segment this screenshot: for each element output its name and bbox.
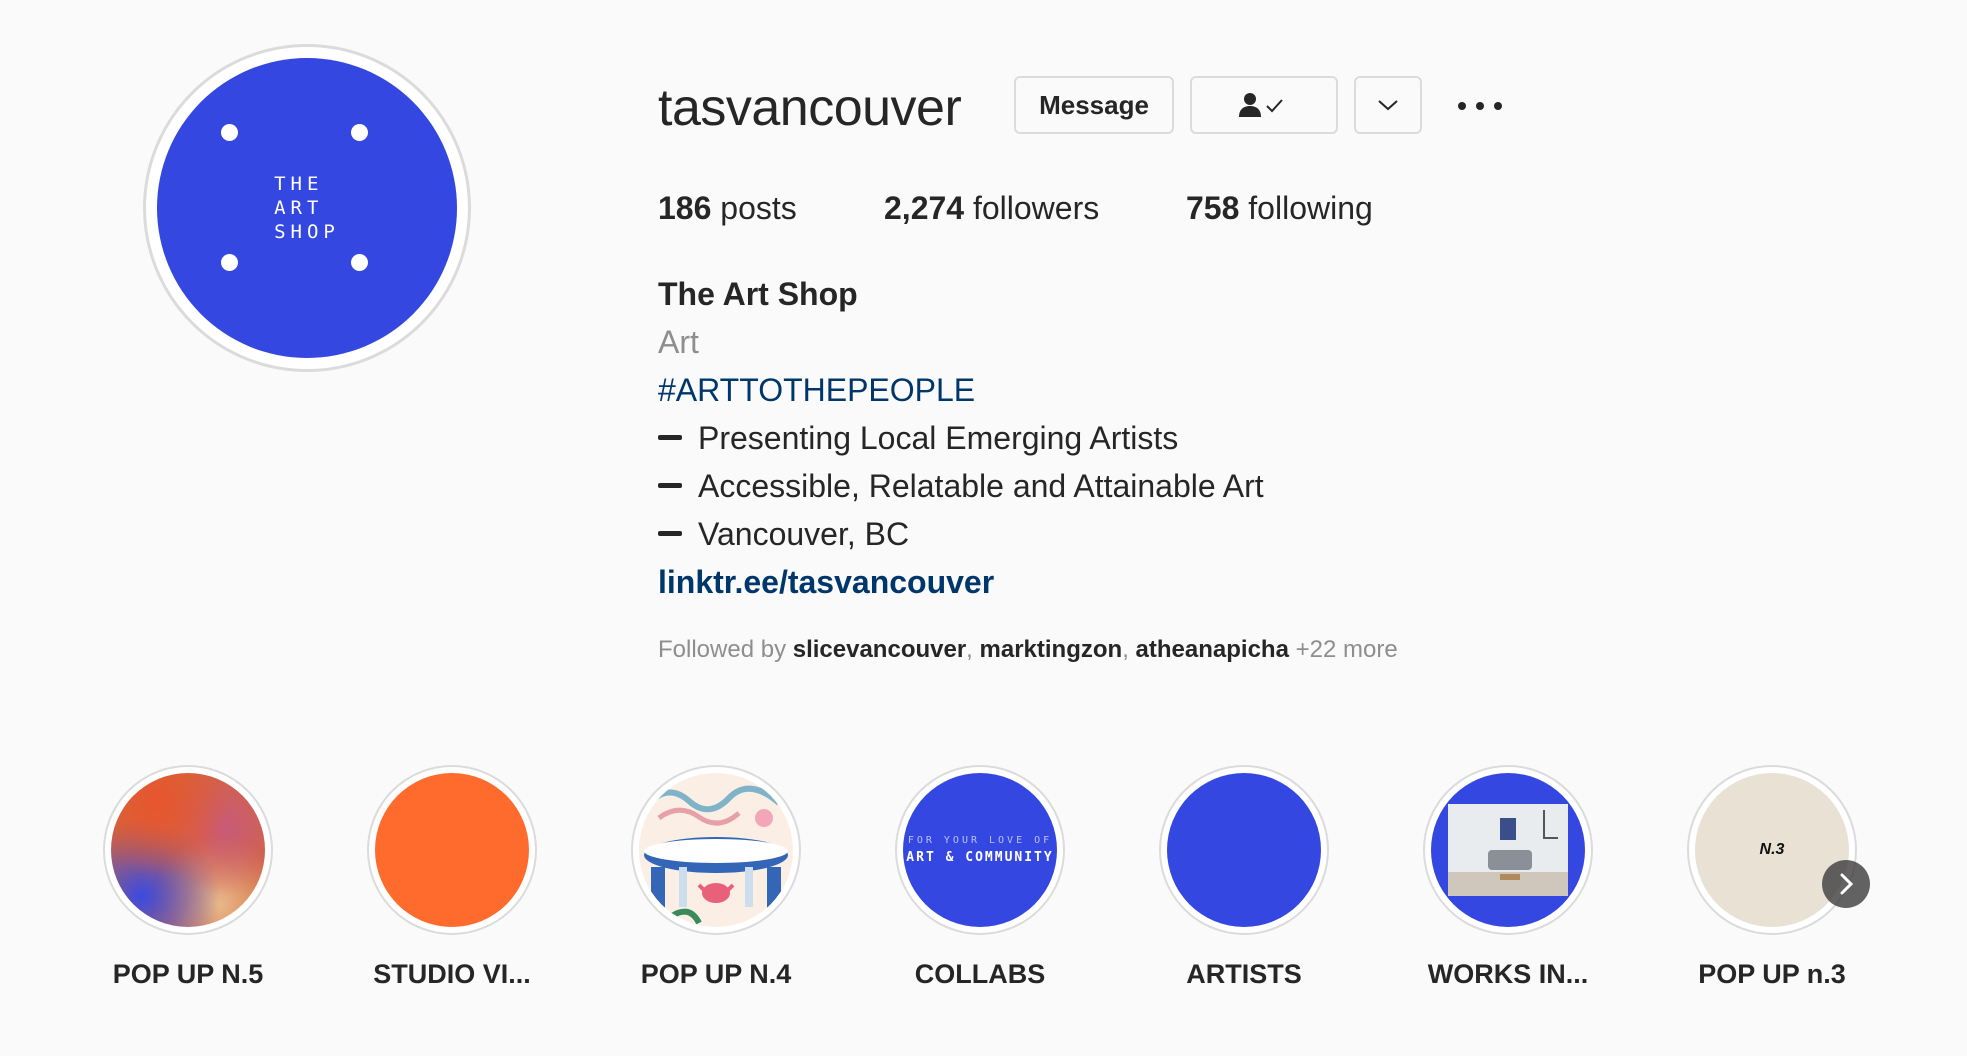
highlight-label: COLLABS — [914, 959, 1046, 989]
highlight-cover — [1431, 773, 1585, 927]
posts-number: 186 — [658, 190, 712, 226]
highlight-cover: N.3 — [1695, 773, 1849, 927]
highlight-label: POP UP N.4 — [640, 959, 792, 989]
highlight-label: POP UP n.3 — [1698, 959, 1846, 989]
highlight-ring: FOR YOUR LOVE OF ART & COMMUNITY — [895, 765, 1065, 935]
logo-line: ART — [274, 197, 324, 219]
bio-hashtag-link[interactable]: #ARTTOTHEPEOPLE — [658, 370, 975, 410]
dot — [1458, 102, 1466, 110]
followers-link[interactable]: 2,274 followers — [884, 190, 1099, 227]
bio-line: Accessible, Relatable and Attainable Art — [658, 466, 1264, 506]
bio-line-text: Vancouver, BC — [698, 516, 910, 552]
highlight-cover — [639, 773, 793, 927]
highlight-ring — [103, 765, 273, 935]
dot — [1494, 102, 1502, 110]
message-button[interactable]: Message — [1014, 76, 1174, 134]
following-button[interactable] — [1190, 76, 1338, 134]
highlight-caption: N.3 — [1759, 841, 1785, 858]
highlight-item[interactable]: WORKS IN... — [1408, 765, 1608, 990]
next-highlights-button[interactable] — [1822, 860, 1870, 908]
followers-label: followers — [972, 190, 1100, 226]
dot — [1476, 102, 1484, 110]
followed-by-more[interactable]: +22 more — [1296, 636, 1398, 663]
highlight-cover — [1167, 773, 1321, 927]
logo-dot — [221, 254, 238, 271]
following-number: 758 — [1186, 190, 1240, 226]
profile-username: tasvancouver — [658, 79, 962, 137]
highlight-ring — [1423, 765, 1593, 935]
dash-icon — [658, 531, 682, 537]
avatar-logo: THE ART SHOP — [157, 58, 457, 358]
highlight-item[interactable]: POP UP N.4 — [616, 765, 816, 990]
highlight-ring: N.3 — [1687, 765, 1857, 935]
dash-icon — [658, 435, 682, 441]
highlight-label: STUDIO VI... — [373, 959, 531, 989]
profile-avatar[interactable]: THE ART SHOP — [143, 44, 471, 372]
bio-line: Vancouver, BC — [658, 514, 909, 554]
highlight-caption: FOR YOUR LOVE OF — [907, 835, 1053, 846]
highlight-ring — [367, 765, 537, 935]
room-photo-icon — [1448, 804, 1568, 896]
bio-website-link[interactable]: linktr.ee/tasvancouver — [658, 562, 994, 602]
suggested-dropdown-button[interactable] — [1354, 76, 1422, 134]
posts-label: posts — [720, 190, 797, 226]
logo-dot — [221, 124, 238, 141]
highlight-ring — [631, 765, 801, 935]
highlight-label: POP UP N.5 — [112, 959, 264, 989]
followed-by-prefix: Followed by — [658, 636, 787, 663]
logo-text: THE ART SHOP — [274, 172, 340, 244]
bio-category: Art — [658, 324, 699, 360]
highlight-item[interactable]: STUDIO VI... — [352, 765, 552, 990]
highlight-item[interactable]: FOR YOUR LOVE OF ART & COMMUNITY COLLABS — [880, 765, 1080, 990]
followed-by[interactable]: Followed by slicevancouver, marktingzon,… — [658, 636, 1398, 664]
highlight-cover: FOR YOUR LOVE OF ART & COMMUNITY — [903, 773, 1057, 927]
person-check-icon — [1239, 93, 1283, 117]
highlight-label: WORKS IN... — [1427, 959, 1589, 989]
carousel-illustration-icon — [644, 785, 788, 925]
posts-count: 186 posts — [658, 190, 797, 227]
following-label: following — [1248, 190, 1373, 226]
followers-number: 2,274 — [884, 190, 965, 226]
follower-username[interactable]: atheanapicha — [1136, 636, 1289, 663]
logo-line: SHOP — [274, 221, 340, 243]
more-options-icon[interactable] — [1458, 92, 1502, 120]
logo-dot — [351, 124, 368, 141]
highlight-item[interactable]: POP UP N.5 — [88, 765, 288, 990]
chevron-down-icon — [1378, 100, 1398, 111]
highlight-ring — [1159, 765, 1329, 935]
logo-dot — [351, 254, 368, 271]
chevron-right-icon — [1840, 873, 1854, 895]
highlight-cover — [111, 773, 265, 927]
follower-username[interactable]: slicevancouver — [793, 636, 966, 663]
follower-username[interactable]: marktingzon — [980, 636, 1123, 663]
highlight-cover — [375, 773, 529, 927]
highlight-caption: ART & COMMUNITY — [906, 850, 1054, 865]
dash-icon — [658, 483, 682, 489]
logo-line: THE — [274, 173, 324, 195]
bio-line: Presenting Local Emerging Artists — [658, 418, 1178, 458]
following-link[interactable]: 758 following — [1186, 190, 1373, 227]
bio-line-text: Accessible, Relatable and Attainable Art — [698, 468, 1264, 504]
bio-line-text: Presenting Local Emerging Artists — [698, 420, 1179, 456]
bio-name: The Art Shop — [658, 276, 858, 312]
highlight-label: ARTISTS — [1186, 959, 1302, 989]
highlight-item[interactable]: ARTISTS — [1144, 765, 1344, 990]
